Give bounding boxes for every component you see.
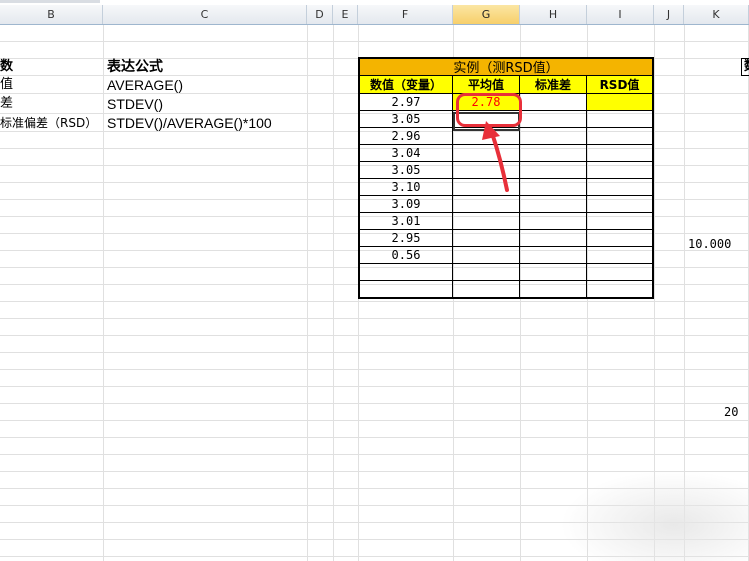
partial-cell-label: 数: [741, 58, 749, 76]
cell-k-value: 10.000: [688, 237, 732, 251]
watermark: [560, 470, 749, 561]
cell-k-value-2: 20: [724, 405, 739, 419]
